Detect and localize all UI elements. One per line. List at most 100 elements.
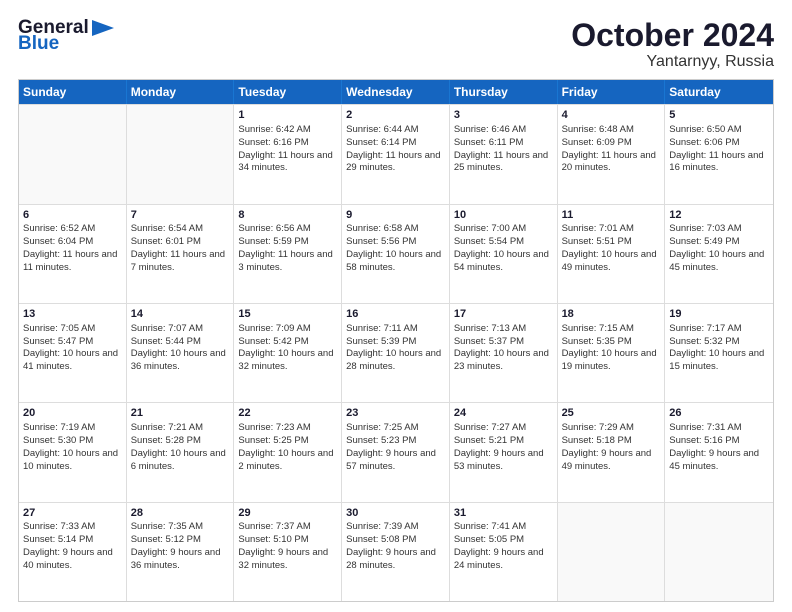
daylight-text: Daylight: 10 hours and 2 minutes. xyxy=(238,448,333,472)
header-day-sunday: Sunday xyxy=(19,80,127,104)
sunrise-text: Sunrise: 6:42 AM xyxy=(238,124,310,135)
daylight-text: Daylight: 10 hours and 6 minutes. xyxy=(131,448,226,472)
calendar-cell: 1Sunrise: 6:42 AMSunset: 6:16 PMDaylight… xyxy=(234,105,342,203)
sunrise-text: Sunrise: 7:05 AM xyxy=(23,323,95,334)
sunrise-text: Sunrise: 7:33 AM xyxy=(23,521,95,532)
calendar-cell: 29Sunrise: 7:37 AM Sunset: 5:10 PM Dayligh… xyxy=(234,503,342,601)
sunset-text: Sunset: 5:16 PM xyxy=(669,435,739,446)
daylight-text: Daylight: 11 hours and 20 minutes. xyxy=(562,150,656,174)
sunrise-text: Sunrise: 6:52 AM xyxy=(23,223,95,234)
sunset-text: Sunset: 5:08 PM xyxy=(346,534,416,545)
sunset-text: Sunset: 5:18 PM xyxy=(562,435,632,446)
sunset-text: Sunset: 5:51 PM xyxy=(562,236,632,247)
calendar-cell: 7Sunrise: 6:54 AMSunset: 6:01 PMDaylight… xyxy=(127,205,235,303)
sunset-text: Sunset: 5:47 PM xyxy=(23,336,93,347)
sunrise-text: Sunrise: 7:11 AM xyxy=(346,323,418,334)
calendar-cell xyxy=(19,105,127,203)
calendar-cell: 19Sunrise: 7:17 AMSunset: 5:32 PMDayligh… xyxy=(665,304,773,402)
sunset-text: Sunset: 5:28 PM xyxy=(131,435,201,446)
header: General Blue October 2024 Yantarnyy, Rus… xyxy=(18,18,774,71)
sunrise-text: Sunrise: 7:13 AM xyxy=(454,323,526,334)
daylight-text: Daylight: 11 hours and 11 minutes. xyxy=(23,249,117,273)
daylight-text: Daylight: 11 hours and 16 minutes. xyxy=(669,150,763,174)
sunset-text: Sunset: 6:04 PM xyxy=(23,236,93,247)
sunrise-text: Sunrise: 6:48 AM xyxy=(562,124,634,135)
sunset-text: Sunset: 5:23 PM xyxy=(346,435,416,446)
sunrise-text: Sunrise: 7:15 AM xyxy=(562,323,634,334)
daylight-text: Daylight: 9 hours and 45 minutes. xyxy=(669,448,759,472)
daylight-text: Daylight: 11 hours and 3 minutes. xyxy=(238,249,332,273)
calendar-row-5: 27Sunrise: 7:33 AMSunset: 5:14 PMDayligh… xyxy=(19,502,773,601)
daylight-text: Daylight: 9 hours and 57 minutes. xyxy=(346,448,436,472)
title-block: October 2024 Yantarnyy, Russia xyxy=(571,18,774,71)
day-number: 23 xyxy=(346,406,445,421)
calendar-cell: 14Sunrise: 7:07 AMSunset: 5:44 PMDayligh… xyxy=(127,304,235,402)
sunrise-text: Sunrise: 7:31 AM xyxy=(669,422,741,433)
day-number: 8 xyxy=(238,208,337,223)
daylight-text: Daylight: 11 hours and 34 minutes. xyxy=(238,150,332,174)
day-number: 19 xyxy=(669,307,769,322)
calendar-header: SundayMondayTuesdayWednesdayThursdayFrid… xyxy=(19,80,773,104)
day-number: 10 xyxy=(454,208,553,223)
header-day-wednesday: Wednesday xyxy=(342,80,450,104)
daylight-text: Daylight: 9 hours and 28 minutes. xyxy=(346,547,436,571)
calendar-cell: 30Sunrise: 7:39 AMSunset: 5:08 PMDayligh… xyxy=(342,503,450,601)
daylight-text: Daylight: 10 hours and 28 minutes. xyxy=(346,348,441,372)
day-number: 20 xyxy=(23,406,122,421)
daylight-text: Daylight: 10 hours and 23 minutes. xyxy=(454,348,549,372)
sunrise-text: Sunrise: 6:46 AM xyxy=(454,124,526,135)
day-number: 1 xyxy=(238,108,337,123)
daylight-text: Daylight: 10 hours and 32 minutes. xyxy=(238,348,333,372)
page: General Blue October 2024 Yantarnyy, Rus… xyxy=(0,0,792,612)
sunset-text: Sunset: 6:06 PM xyxy=(669,137,739,148)
daylight-text: Daylight: 10 hours and 45 minutes. xyxy=(669,249,764,273)
sunset-text: Sunset: 5:10 PM xyxy=(238,534,308,545)
daylight-text: Daylight: 10 hours and 58 minutes. xyxy=(346,249,441,273)
day-number: 7 xyxy=(131,208,230,223)
sunrise-text: Sunrise: 7:01 AM xyxy=(562,223,634,234)
day-number: 26 xyxy=(669,406,769,421)
sunset-text: Sunset: 6:01 PM xyxy=(131,236,201,247)
daylight-text: Daylight: 10 hours and 41 minutes. xyxy=(23,348,118,372)
calendar-cell: 23Sunrise: 7:25 AMSunset: 5:23 PMDayligh… xyxy=(342,403,450,501)
daylight-text: Daylight: 10 hours and 49 minutes. xyxy=(562,249,657,273)
day-number: 9 xyxy=(346,208,445,223)
day-number: 21 xyxy=(131,406,230,421)
day-number: 4 xyxy=(562,108,661,123)
logo: General Blue xyxy=(18,18,114,53)
calendar-cell: 4Sunrise: 6:48 AMSunset: 6:09 PMDaylight… xyxy=(558,105,666,203)
sunset-text: Sunset: 5:12 PM xyxy=(131,534,201,545)
day-number: 15 xyxy=(238,307,337,322)
calendar-cell: 8Sunrise: 6:56 AMSunset: 5:59 PMDaylight… xyxy=(234,205,342,303)
day-number: 14 xyxy=(131,307,230,322)
sunset-text: Sunset: 5:44 PM xyxy=(131,336,201,347)
sunrise-text: Sunrise: 7:17 AM xyxy=(669,323,741,334)
calendar: SundayMondayTuesdayWednesdayThursdayFrid… xyxy=(18,79,774,602)
sunset-text: Sunset: 5:49 PM xyxy=(669,236,739,247)
daylight-text: Daylight: 9 hours and 32 minutes. xyxy=(238,547,328,571)
sunset-text: Sunset: 5:21 PM xyxy=(454,435,524,446)
sunset-text: Sunset: 5:35 PM xyxy=(562,336,632,347)
sunset-text: Sunset: 5:25 PM xyxy=(238,435,308,446)
sunrise-text: Sunrise: 7:41 AM xyxy=(454,521,526,532)
sunset-text: Sunset: 5:56 PM xyxy=(346,236,416,247)
sunrise-text: Sunrise: 7:23 AM xyxy=(238,422,310,433)
calendar-cell: 17Sunrise: 7:13 AMSunset: 5:37 PMDayligh… xyxy=(450,304,558,402)
calendar-row-1: 1Sunrise: 6:42 AMSunset: 6:16 PMDaylight… xyxy=(19,104,773,203)
calendar-row-2: 6Sunrise: 6:52 AMSunset: 6:04 PMDaylight… xyxy=(19,204,773,303)
day-number: 5 xyxy=(669,108,769,123)
month-title: October 2024 xyxy=(571,18,774,53)
sunrise-text: Sunrise: 7:37 AM xyxy=(238,521,310,532)
daylight-text: Daylight: 10 hours and 36 minutes. xyxy=(131,348,226,372)
calendar-cell: 9Sunrise: 6:58 AMSunset: 5:56 PMDaylight… xyxy=(342,205,450,303)
header-day-friday: Friday xyxy=(558,80,666,104)
location: Yantarnyy, Russia xyxy=(571,53,774,71)
logo-blue-text: Blue xyxy=(18,34,114,53)
calendar-cell: 11Sunrise: 7:01 AMSunset: 5:51 PMDayligh… xyxy=(558,205,666,303)
day-number: 29 xyxy=(238,506,337,521)
daylight-text: Daylight: 9 hours and 24 minutes. xyxy=(454,547,544,571)
calendar-cell: 16Sunrise: 7:11 AMSunset: 5:39 PMDayligh… xyxy=(342,304,450,402)
sunrise-text: Sunrise: 6:44 AM xyxy=(346,124,418,135)
header-day-tuesday: Tuesday xyxy=(234,80,342,104)
sunset-text: Sunset: 5:30 PM xyxy=(23,435,93,446)
